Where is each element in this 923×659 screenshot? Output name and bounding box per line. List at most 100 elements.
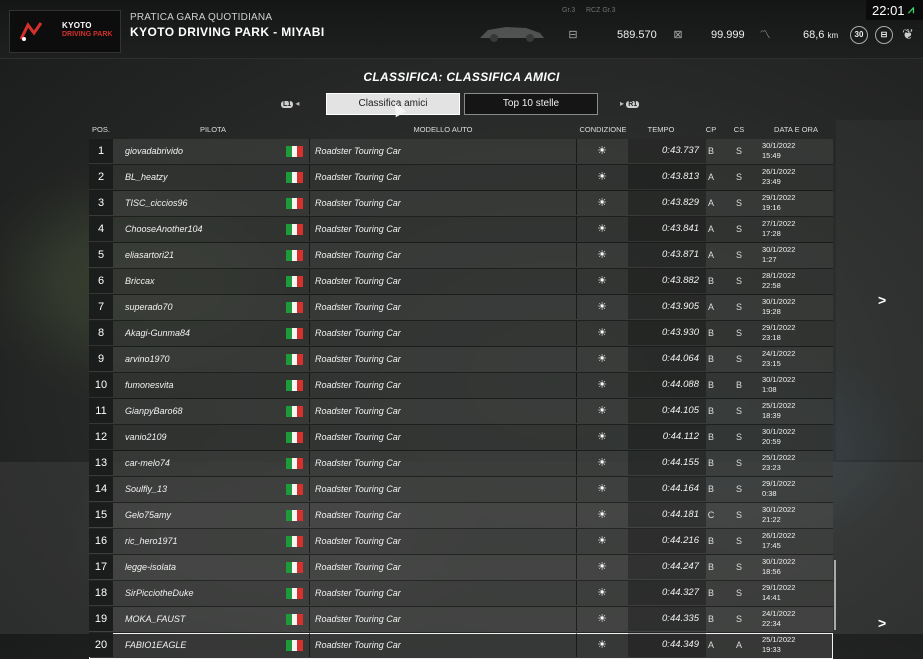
tab-top10-stars[interactable]: Top 10 stelle — [464, 93, 598, 115]
table-row[interactable]: 19 MOKA_FAUST Roadster Touring Car ☀ 0:4… — [89, 607, 833, 633]
scrollbar[interactable] — [834, 560, 836, 630]
cs-rating: S — [735, 432, 742, 442]
sun-icon: ☀ — [597, 535, 607, 547]
col-cs: CS — [733, 125, 745, 134]
table-row[interactable]: 9 arvino1970 Roadster Touring Car ☀ 0:44… — [89, 347, 833, 373]
table-row[interactable]: 6 Briccax Roadster Touring Car ☀ 0:43.88… — [89, 269, 833, 295]
table-row[interactable]: 7 superado70 Roadster Touring Car ☀ 0:43… — [89, 295, 833, 321]
lap-time: 0:44.216 — [662, 535, 699, 546]
table-row[interactable]: 17 legge-isolata Roadster Touring Car ☀ … — [89, 555, 833, 581]
row-position: 8 — [89, 321, 113, 345]
col-cp: CP — [705, 125, 717, 134]
cp-rating: B — [707, 588, 714, 598]
italy-flag-icon — [286, 614, 304, 625]
sun-icon: ☀ — [597, 379, 607, 391]
italy-flag-icon — [286, 198, 304, 209]
driver-name: TISC_ciccios96 — [125, 198, 188, 208]
row-position: 6 — [89, 269, 113, 293]
laurel-icon: ❦ — [902, 26, 914, 42]
table-row[interactable]: 1 giovadabrivido Roadster Touring Car ☀ … — [89, 139, 833, 165]
cp-rating: B — [707, 614, 714, 624]
chevron-right-icon[interactable]: > — [878, 292, 886, 308]
driver-name: ChooseAnother104 — [125, 224, 203, 234]
italy-flag-icon — [286, 588, 304, 599]
sun-icon: ☀ — [597, 353, 607, 365]
cs-rating: S — [735, 510, 742, 520]
car-model: Roadster Touring Car — [315, 224, 401, 234]
license-icon: ⊟ — [875, 26, 893, 44]
sun-icon: ☀ — [597, 301, 607, 313]
table-row[interactable]: 13 car-melo74 Roadster Touring Car ☀ 0:4… — [89, 451, 833, 477]
cs-rating: S — [735, 536, 742, 546]
table-row[interactable]: 3 TISC_ciccios96 Roadster Touring Car ☀ … — [89, 191, 833, 217]
table-row[interactable]: 2 BL_heatzy Roadster Touring Car ☀ 0:43.… — [89, 165, 833, 191]
lap-time: 0:44.105 — [662, 405, 699, 416]
table-row[interactable]: 11 GianpyBaro68 Roadster Touring Car ☀ 0… — [89, 399, 833, 425]
italy-flag-icon — [286, 458, 304, 469]
table-row[interactable]: 5 eliasartori21 Roadster Touring Car ☀ 0… — [89, 243, 833, 269]
car-model: Roadster Touring Car — [315, 276, 401, 286]
car-model: Roadster Touring Car — [315, 198, 401, 208]
lap-time: 0:43.871 — [662, 249, 699, 260]
col-date: DATA E ORA — [774, 125, 818, 134]
col-car: MODELLO AUTO — [413, 125, 473, 134]
row-position: 2 — [89, 165, 113, 189]
italy-flag-icon — [286, 562, 304, 573]
tab-hint-left: L1 ◂ — [281, 99, 300, 108]
table-row[interactable]: 18 SirPicciotheDuke Roadster Touring Car… — [89, 581, 833, 607]
table-row[interactable]: 12 vanio2109 Roadster Touring Car ☀ 0:44… — [89, 425, 833, 451]
table-row[interactable]: 8 Akagi-Gunma84 Roadster Touring Car ☀ 0… — [89, 321, 833, 347]
cp-rating: B — [707, 536, 714, 546]
track-logo: KYOTO DRIVING PARK — [9, 10, 121, 53]
car-model: Roadster Touring Car — [315, 172, 401, 182]
date-time: 26/1/2022 17:45 — [762, 531, 796, 550]
lap-time: 0:43.905 — [662, 301, 699, 312]
row-position: 10 — [89, 373, 113, 397]
driver-name: arvino1970 — [125, 354, 170, 364]
row-position: 11 — [89, 399, 113, 423]
table-row[interactable]: 15 Gelo75amy Roadster Touring Car ☀ 0:44… — [89, 503, 833, 529]
table-row[interactable]: 14 Soulfly_13 Roadster Touring Car ☀ 0:4… — [89, 477, 833, 503]
cs-rating: S — [735, 146, 742, 156]
table-row[interactable]: 10 fumonesvita Roadster Touring Car ☀ 0:… — [89, 373, 833, 399]
row-position: 12 — [89, 425, 113, 449]
italy-flag-icon — [286, 406, 304, 417]
driver-name: BL_heatzy — [125, 172, 168, 182]
date-time: 29/1/2022 19:16 — [762, 193, 796, 212]
cp-rating: A — [707, 198, 714, 208]
cs-rating: S — [735, 172, 742, 182]
car-model: Roadster Touring Car — [315, 406, 401, 416]
r1-button-icon: R1 — [626, 101, 640, 108]
car-model: Roadster Touring Car — [315, 536, 401, 546]
row-position: 7 — [89, 295, 113, 319]
cp-rating: B — [707, 432, 714, 442]
row-position: 9 — [89, 347, 113, 371]
car-model: Roadster Touring Car — [315, 250, 401, 260]
top-bar: KYOTO DRIVING PARK PRATICA GARA QUOTIDIA… — [0, 0, 923, 59]
class-tag: Gr.3 — [562, 7, 576, 14]
driver-name: vanio2109 — [125, 432, 167, 442]
date-time: 29/1/2022 23:18 — [762, 323, 796, 342]
chevron-right-icon[interactable]: > — [878, 615, 886, 631]
date-time: 29/1/2022 14:41 — [762, 583, 796, 602]
table-row[interactable]: 16 ric_hero1971 Roadster Touring Car ☀ 0… — [89, 529, 833, 555]
car-model: Roadster Touring Car — [315, 380, 401, 390]
car-model: Roadster Touring Car — [315, 302, 401, 312]
driver-name: Akagi-Gunma84 — [125, 328, 191, 338]
driver-name: Briccax — [125, 276, 155, 286]
row-position: 16 — [89, 529, 113, 553]
driver-name: Gelo75amy — [125, 510, 172, 520]
sun-icon: ☀ — [597, 639, 607, 651]
table-row[interactable]: 4 ChooseAnother104 Roadster Touring Car … — [89, 217, 833, 243]
table-row-selected[interactable]: 20 FABIO1EAGLE Roadster Touring Car ☀ 0:… — [89, 633, 833, 659]
cs-rating: S — [735, 614, 742, 624]
driver-name: SirPicciotheDuke — [125, 588, 194, 598]
l1-button-icon: L1 — [281, 101, 294, 108]
driver-name: MOKA_FAUST — [125, 614, 186, 624]
cs-rating: S — [735, 198, 742, 208]
date-time: 29/1/2022 0:38 — [762, 479, 796, 498]
sun-icon: ☀ — [597, 171, 607, 183]
row-position: 4 — [89, 217, 113, 241]
cs-rating: S — [735, 562, 742, 572]
date-time: 30/1/2022 1:27 — [762, 245, 796, 264]
